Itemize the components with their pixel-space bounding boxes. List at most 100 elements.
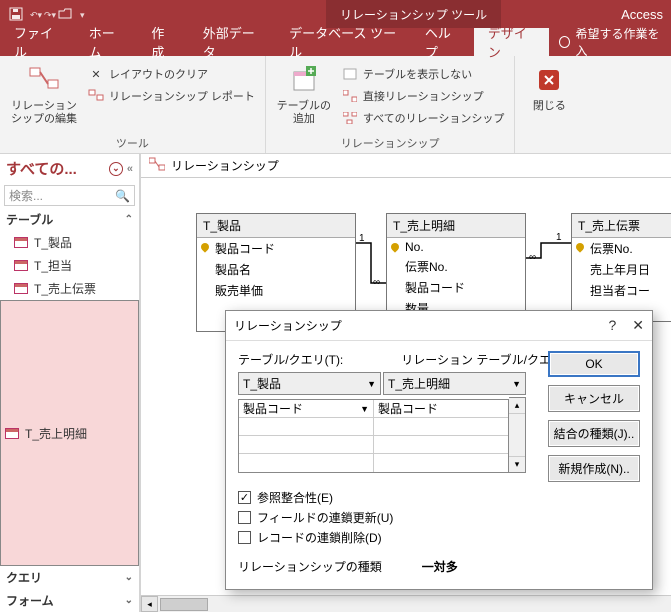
- join-type-button[interactable]: 結合の種類(J)..: [548, 420, 640, 447]
- tab-dbtools[interactable]: データベース ツール: [275, 28, 411, 56]
- help-icon[interactable]: ?: [608, 317, 616, 334]
- create-new-button[interactable]: 新規作成(N)..: [548, 455, 640, 482]
- tab-help[interactable]: ヘルプ: [411, 28, 474, 56]
- close-icon[interactable]: ✕: [632, 317, 644, 334]
- dialog-body: テーブル/クエリ(T): リレーション テーブル/クエリ(R): T_製品▼ T…: [226, 341, 652, 589]
- checkbox-icon: [238, 511, 251, 524]
- entity-title: T_売上伝票: [572, 214, 671, 238]
- nav-section-tables[interactable]: テーブル ⌃: [0, 208, 139, 231]
- dialog-titlebar[interactable]: リレーションシップ ? ✕: [226, 311, 652, 341]
- entity-field[interactable]: 担当者コー: [572, 280, 671, 301]
- qat-more-icon[interactable]: ▾: [80, 10, 88, 18]
- save-icon[interactable]: [8, 6, 24, 22]
- right-table-value: T_売上明細: [388, 375, 450, 392]
- scroll-down-icon[interactable]: ▾: [509, 456, 525, 472]
- tab-external[interactable]: 外部データ: [189, 28, 275, 56]
- table-icon: [14, 283, 28, 294]
- entity-sales-voucher[interactable]: T_売上伝票 伝票No. 売上年月日 担当者コー: [571, 213, 671, 322]
- tab-file[interactable]: ファイル: [0, 28, 75, 56]
- all-rel-icon: [342, 110, 358, 126]
- nav-item-label: T_売上明細: [25, 425, 87, 442]
- entity-field[interactable]: 伝票No.: [572, 238, 671, 259]
- edit-rel-icon: [28, 64, 60, 96]
- entity-field[interactable]: 製品コード: [387, 277, 525, 298]
- empty-cell[interactable]: [239, 436, 374, 453]
- entity-field[interactable]: No.: [387, 238, 525, 256]
- direct-rel-icon: [342, 88, 358, 104]
- entity-field[interactable]: 売上年月日: [572, 259, 671, 280]
- search-icon[interactable]: 🔍: [115, 189, 130, 203]
- add-tables-icon: [288, 64, 320, 96]
- ok-button[interactable]: OK: [548, 351, 640, 377]
- clear-layout-label: レイアウトのクリア: [109, 66, 208, 82]
- svg-text:∞: ∞: [529, 252, 536, 263]
- entity-field[interactable]: 製品コード: [197, 238, 355, 259]
- horizontal-scrollbar[interactable]: ◂: [141, 595, 671, 612]
- nav-item-voucher[interactable]: T_売上伝票: [0, 277, 139, 300]
- nav-dropdown-icon[interactable]: ⌄: [109, 162, 123, 176]
- referential-integrity-checkbox[interactable]: ✓参照整合性(E): [238, 489, 640, 506]
- entity-field[interactable]: 製品名: [197, 259, 355, 280]
- reltype-value: 一対多: [422, 558, 458, 575]
- direct-rel-button[interactable]: 直接リレーションシップ: [342, 86, 505, 106]
- group-rel-label: リレーションシップ: [276, 133, 505, 151]
- entity-sales-detail[interactable]: T_売上明細 No. 伝票No. 製品コード 数量: [386, 213, 526, 320]
- search-input[interactable]: 検索... 🔍: [4, 185, 135, 206]
- left-table-value: T_製品: [243, 375, 281, 392]
- close-button[interactable]: 閉じる: [525, 60, 573, 149]
- empty-cell[interactable]: [239, 418, 374, 435]
- empty-cell[interactable]: [374, 436, 508, 453]
- entity-field[interactable]: 伝票No.: [387, 256, 525, 277]
- nav-header[interactable]: すべての... ⌄ «: [0, 154, 139, 183]
- nav-item-product[interactable]: T_製品: [0, 231, 139, 254]
- cascade-delete-checkbox[interactable]: レコードの連鎖削除(D): [238, 529, 640, 546]
- nav-section-queries[interactable]: クエリ⌄: [0, 566, 139, 589]
- left-table-select[interactable]: T_製品▼: [238, 372, 381, 395]
- cascade-update-checkbox[interactable]: フィールドの連鎖更新(U): [238, 509, 640, 526]
- rel-report-button[interactable]: リレーションシップ レポート: [88, 86, 255, 106]
- scroll-up-icon[interactable]: ▴: [509, 398, 525, 414]
- all-rel-label: すべてのリレーションシップ: [363, 110, 505, 126]
- cancel-button[interactable]: キャンセル: [548, 385, 640, 412]
- entity-field[interactable]: 販売単価: [197, 280, 355, 301]
- close-label: 閉じる: [533, 100, 566, 113]
- tell-me-label: 希望する作業を入: [576, 25, 661, 59]
- checkbox-label: フィールドの連鎖更新(U): [257, 509, 393, 526]
- table-icon: [14, 260, 28, 271]
- ribbon-group-relationships: テーブルの追加 テーブルを表示しない 直接リレーションシップ すべてのリレーショ…: [266, 56, 516, 153]
- nav-collapse-icon[interactable]: «: [127, 163, 133, 175]
- tab-design[interactable]: デザイン: [474, 28, 549, 56]
- nav-item-detail[interactable]: T_売上明細: [0, 300, 139, 566]
- open-icon[interactable]: [58, 6, 74, 22]
- right-field-cell[interactable]: 製品コード: [374, 400, 508, 417]
- field-grid[interactable]: 製品コード▼ 製品コード: [238, 399, 509, 473]
- tab-home[interactable]: ホーム: [75, 28, 138, 56]
- empty-cell[interactable]: [239, 454, 374, 472]
- tell-me[interactable]: 希望する作業を入: [549, 28, 671, 56]
- relationship-type-row: リレーションシップの種類 一対多: [238, 558, 640, 575]
- tab-create[interactable]: 作成: [137, 28, 188, 56]
- nav-item-label: T_担当: [34, 257, 72, 274]
- hide-table-button[interactable]: テーブルを表示しない: [342, 64, 505, 84]
- add-tables-button[interactable]: テーブルの追加: [276, 60, 332, 133]
- scroll-thumb[interactable]: [160, 598, 208, 611]
- grid-scrollbar[interactable]: ▴ ▾: [509, 397, 526, 473]
- empty-cell[interactable]: [374, 418, 508, 435]
- relationships-icon: [149, 157, 165, 174]
- undo-icon[interactable]: ↶▾: [30, 10, 38, 18]
- redo-icon[interactable]: ↷▾: [44, 10, 52, 18]
- empty-cell[interactable]: [374, 454, 508, 472]
- scroll-left-icon[interactable]: ◂: [141, 596, 158, 612]
- checkbox-label: レコードの連鎖削除(D): [257, 529, 382, 546]
- nav-item-staff[interactable]: T_担当: [0, 254, 139, 277]
- document-tab[interactable]: リレーションシップ: [141, 154, 671, 178]
- edit-relationships-button[interactable]: リレーションシップの編集: [10, 60, 78, 133]
- right-table-select[interactable]: T_売上明細▼: [383, 372, 526, 395]
- add-tables-label: テーブルの追加: [276, 100, 332, 126]
- nav-section-forms[interactable]: フォーム⌄: [0, 589, 139, 612]
- all-rel-button[interactable]: すべてのリレーションシップ: [342, 108, 505, 128]
- table-icon: [14, 237, 28, 248]
- ribbon-group-close: 閉じる: [515, 56, 583, 153]
- clear-layout-button[interactable]: ✕ レイアウトのクリア: [88, 64, 255, 84]
- left-field-cell[interactable]: 製品コード▼: [239, 400, 374, 417]
